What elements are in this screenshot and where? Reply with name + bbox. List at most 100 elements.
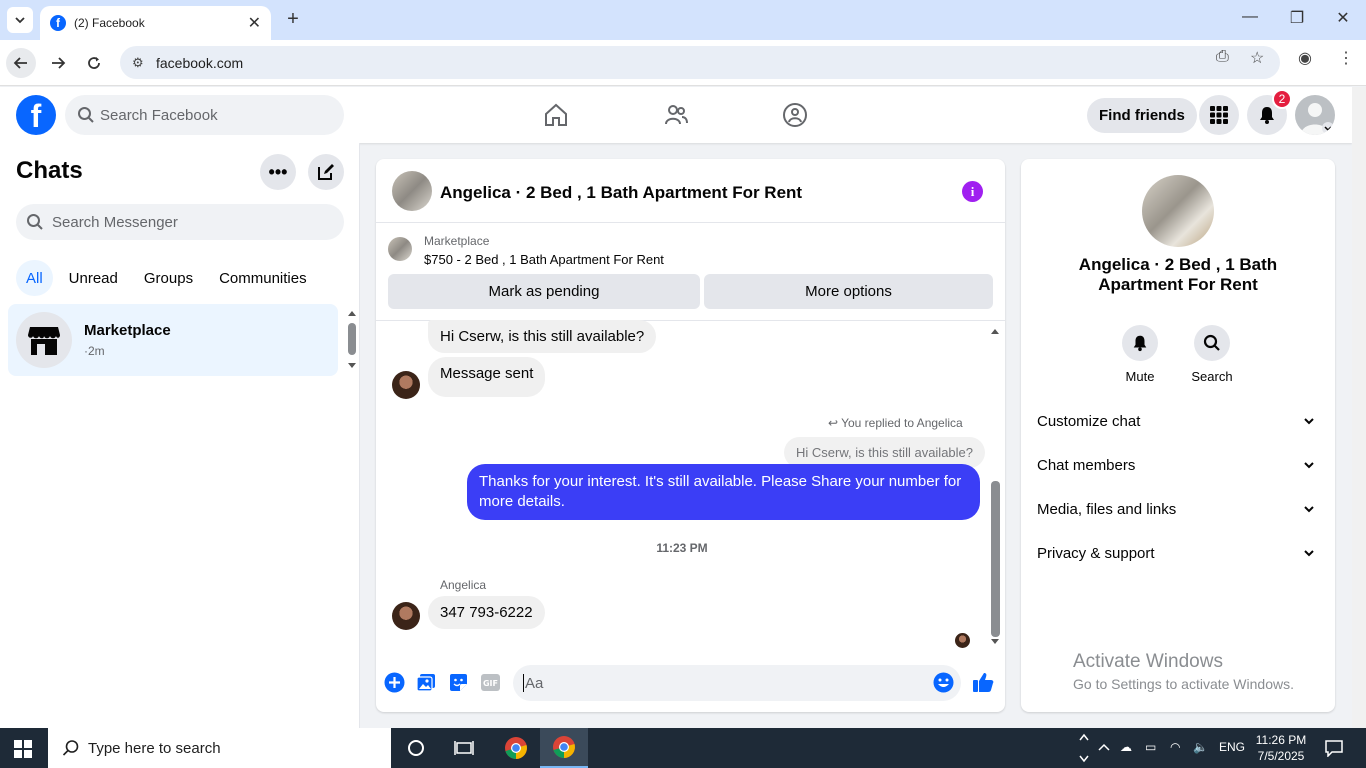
chat-members-row[interactable]: Chat members	[1037, 445, 1319, 485]
tab-search-button[interactable]	[7, 7, 33, 33]
search-in-chat-button[interactable]: Search	[1182, 325, 1242, 384]
find-friends-button[interactable]: Find friends	[1087, 98, 1197, 133]
taskbar-search-input[interactable]: Type here to search	[48, 728, 391, 768]
sticker-button[interactable]	[447, 671, 469, 693]
filter-groups[interactable]: Groups	[134, 260, 203, 296]
input-language[interactable]: ENG	[1219, 740, 1245, 754]
scrollbar-thumb[interactable]	[991, 481, 1000, 637]
listing-thumbnail[interactable]	[388, 237, 412, 261]
message-outgoing[interactable]: Thanks for your interest. It's still ava…	[467, 464, 980, 520]
listing-avatar[interactable]	[392, 171, 432, 211]
filter-communities[interactable]: Communities	[209, 260, 317, 296]
close-tab-icon[interactable]: ✕	[248, 13, 261, 33]
page-scrollbar[interactable]	[1352, 87, 1366, 728]
message-incoming[interactable]: 347 793-6222	[428, 596, 545, 629]
more-actions-button[interactable]	[383, 671, 405, 693]
forward-button[interactable]	[43, 48, 73, 78]
media-files-links-row[interactable]: Media, files and links	[1037, 489, 1319, 529]
like-button[interactable]	[972, 671, 994, 693]
scroll-down-icon[interactable]	[347, 362, 357, 370]
home-nav-button[interactable]	[542, 101, 570, 129]
search-messenger-placeholder: Search Messenger	[52, 213, 178, 231]
mute-button[interactable]: Mute	[1110, 325, 1170, 384]
bookmark-star-icon[interactable]: ☆	[1250, 48, 1264, 68]
scroll-up-icon[interactable]	[347, 309, 357, 317]
scrollbar-thumb[interactable]	[348, 323, 356, 355]
privacy-support-row[interactable]: Privacy & support	[1037, 533, 1319, 573]
marketplace-listing-strip: Marketplace $750 - 2 Bed , 1 Bath Apartm…	[376, 223, 1005, 321]
menu-grid-button[interactable]	[1199, 95, 1239, 135]
profile-icon[interactable]: ◉	[1298, 48, 1312, 68]
sender-avatar[interactable]	[392, 602, 420, 630]
taskbar-scroll[interactable]	[1077, 730, 1091, 766]
conversation-header: Angelica · 2 Bed , 1 Bath Apartment For …	[376, 159, 1005, 223]
install-app-icon[interactable]: ⎙	[1216, 48, 1229, 66]
search-icon	[27, 214, 43, 230]
windows-start-icon[interactable]	[14, 740, 32, 758]
chevron-down-icon[interactable]	[1079, 755, 1089, 763]
search-messenger-input[interactable]: Search Messenger	[16, 204, 344, 240]
filter-unread[interactable]: Unread	[59, 260, 128, 296]
mark-as-pending-button[interactable]: Mark as pending	[388, 274, 700, 309]
onedrive-icon[interactable]: ☁	[1120, 740, 1132, 754]
show-hidden-icons-icon[interactable]	[1098, 742, 1110, 752]
browser-menu-icon[interactable]: ⋮	[1338, 48, 1354, 68]
message-composer: GIF Aa	[376, 659, 1005, 712]
chat-item-marketplace[interactable]: Marketplace ·2m	[8, 304, 338, 376]
listing-description[interactable]: $750 - 2 Bed , 1 Bath Apartment For Rent	[424, 252, 664, 267]
taskbar-clock[interactable]: 11:26 PM 7/5/2025	[1255, 732, 1307, 764]
message-input[interactable]: Aa	[513, 665, 961, 701]
scroll-up-icon[interactable]	[990, 327, 1000, 335]
conversation-title[interactable]: Angelica · 2 Bed , 1 Bath Apartment For …	[440, 183, 802, 203]
account-avatar[interactable]	[1295, 95, 1335, 135]
more-options-button[interactable]: More options	[704, 274, 993, 309]
facebook-logo-icon[interactable]: f	[16, 95, 56, 135]
message-incoming[interactable]: Hi Cserw, is this still available?	[428, 320, 657, 353]
chat-options-button[interactable]: •••	[260, 154, 296, 190]
reload-button[interactable]	[79, 48, 109, 78]
facebook-favicon-icon: f	[50, 15, 66, 31]
plus-circle-icon	[384, 672, 404, 692]
address-bar[interactable]: ⚙ facebook.com	[120, 46, 1280, 79]
back-button[interactable]	[6, 48, 36, 78]
notification-center-icon[interactable]	[1324, 739, 1344, 757]
attach-photo-button[interactable]	[415, 671, 437, 693]
message-input-placeholder: Aa	[525, 674, 544, 692]
scroll-down-icon[interactable]	[990, 638, 1000, 646]
cortana-button[interactable]	[392, 728, 440, 768]
minimize-button[interactable]: —	[1238, 8, 1262, 26]
friends-nav-button[interactable]	[662, 101, 690, 129]
chevron-down-icon	[1304, 418, 1314, 425]
new-message-button[interactable]	[308, 154, 344, 190]
facebook-search-input[interactable]: Search Facebook	[65, 95, 344, 135]
conversation-scrollbar[interactable]	[988, 325, 1002, 651]
arrow-right-icon	[52, 57, 66, 69]
chrome-taskbar-button[interactable]	[492, 728, 540, 768]
listing-profile-picture[interactable]	[1142, 175, 1214, 247]
bell-icon	[1133, 335, 1147, 352]
new-tab-button[interactable]: +	[282, 8, 304, 31]
battery-icon[interactable]: ▭	[1145, 740, 1156, 754]
mute-circle	[1122, 325, 1158, 361]
compose-icon	[318, 164, 334, 180]
emoji-button[interactable]	[932, 671, 954, 693]
chrome-active-window-button[interactable]	[540, 728, 588, 768]
groups-nav-button[interactable]	[781, 101, 809, 129]
site-settings-icon[interactable]: ⚙	[132, 55, 144, 71]
message-timestamp: 11:23 PM	[656, 541, 708, 555]
chat-list-scrollbar[interactable]	[344, 307, 358, 369]
volume-icon[interactable]: 🔈	[1193, 740, 1208, 754]
message-incoming[interactable]: Message sent	[428, 357, 546, 397]
task-view-button[interactable]	[440, 728, 488, 768]
close-window-button[interactable]: ✕	[1331, 8, 1355, 28]
info-icon[interactable]: i	[962, 181, 983, 202]
maximize-button[interactable]: ❐	[1285, 8, 1309, 28]
filter-all[interactable]: All	[16, 260, 53, 296]
sender-avatar[interactable]	[392, 371, 420, 399]
browser-tab-facebook[interactable]: f (2) Facebook ✕	[40, 6, 271, 40]
gif-button[interactable]: GIF	[479, 671, 501, 693]
emoji-icon	[933, 672, 953, 692]
wifi-icon[interactable]: ◠	[1170, 740, 1180, 754]
customize-chat-row[interactable]: Customize chat	[1037, 401, 1319, 441]
chevron-up-icon[interactable]	[1079, 733, 1089, 741]
